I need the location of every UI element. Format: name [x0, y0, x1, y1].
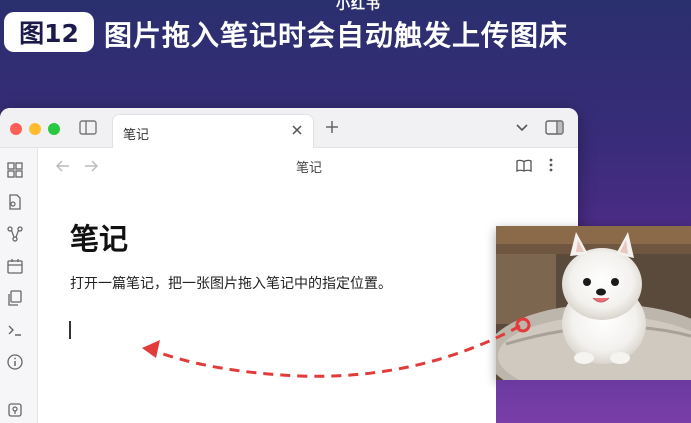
app-window: 笔记 笔记 笔记 打开一篇笔记，把一张图片拖入笔记中的指定位置。 [0, 108, 578, 423]
plus-icon[interactable] [325, 120, 339, 134]
copy-icon[interactable] [7, 290, 23, 306]
tab-note[interactable]: 笔记 [112, 114, 314, 148]
arrow-right-icon[interactable] [84, 160, 98, 172]
text-cursor[interactable] [69, 321, 71, 339]
close-icon[interactable] [291, 124, 303, 136]
tab-label: 笔记 [123, 128, 150, 143]
vault-icon[interactable] [7, 402, 23, 418]
minimize-window-button[interactable] [29, 123, 41, 135]
chevron-down-icon[interactable] [516, 123, 528, 133]
quick-switcher-icon[interactable] [7, 162, 23, 178]
figure-badge: 图12 [4, 12, 94, 52]
close-window-button[interactable] [10, 123, 22, 135]
book-open-icon[interactable] [516, 159, 532, 172]
background-edge [496, 380, 691, 423]
right-panel-icon[interactable] [545, 120, 564, 135]
calendar-icon[interactable] [7, 258, 23, 274]
headline: 图片拖入笔记时会自动触发上传图床 [104, 19, 569, 52]
file-icon[interactable] [7, 194, 23, 210]
left-ribbon [0, 148, 38, 423]
dragged-dog-image[interactable] [496, 226, 691, 380]
terminal-icon[interactable] [7, 322, 23, 338]
top-fragment-text: 小红书 [336, 0, 381, 13]
arrow-left-icon[interactable] [56, 160, 70, 172]
sidebar-toggle-icon[interactable] [79, 120, 97, 135]
note-title: 笔记 [70, 222, 129, 256]
view-title: 笔记 [296, 161, 323, 176]
titlebar: 笔记 [0, 108, 578, 148]
graph-icon[interactable] [7, 226, 23, 242]
note-paragraph: 打开一篇笔记，把一张图片拖入笔记中的指定位置。 [70, 276, 392, 292]
zoom-window-button[interactable] [48, 123, 60, 135]
help-icon[interactable] [7, 354, 23, 370]
more-vertical-icon[interactable] [549, 158, 553, 172]
